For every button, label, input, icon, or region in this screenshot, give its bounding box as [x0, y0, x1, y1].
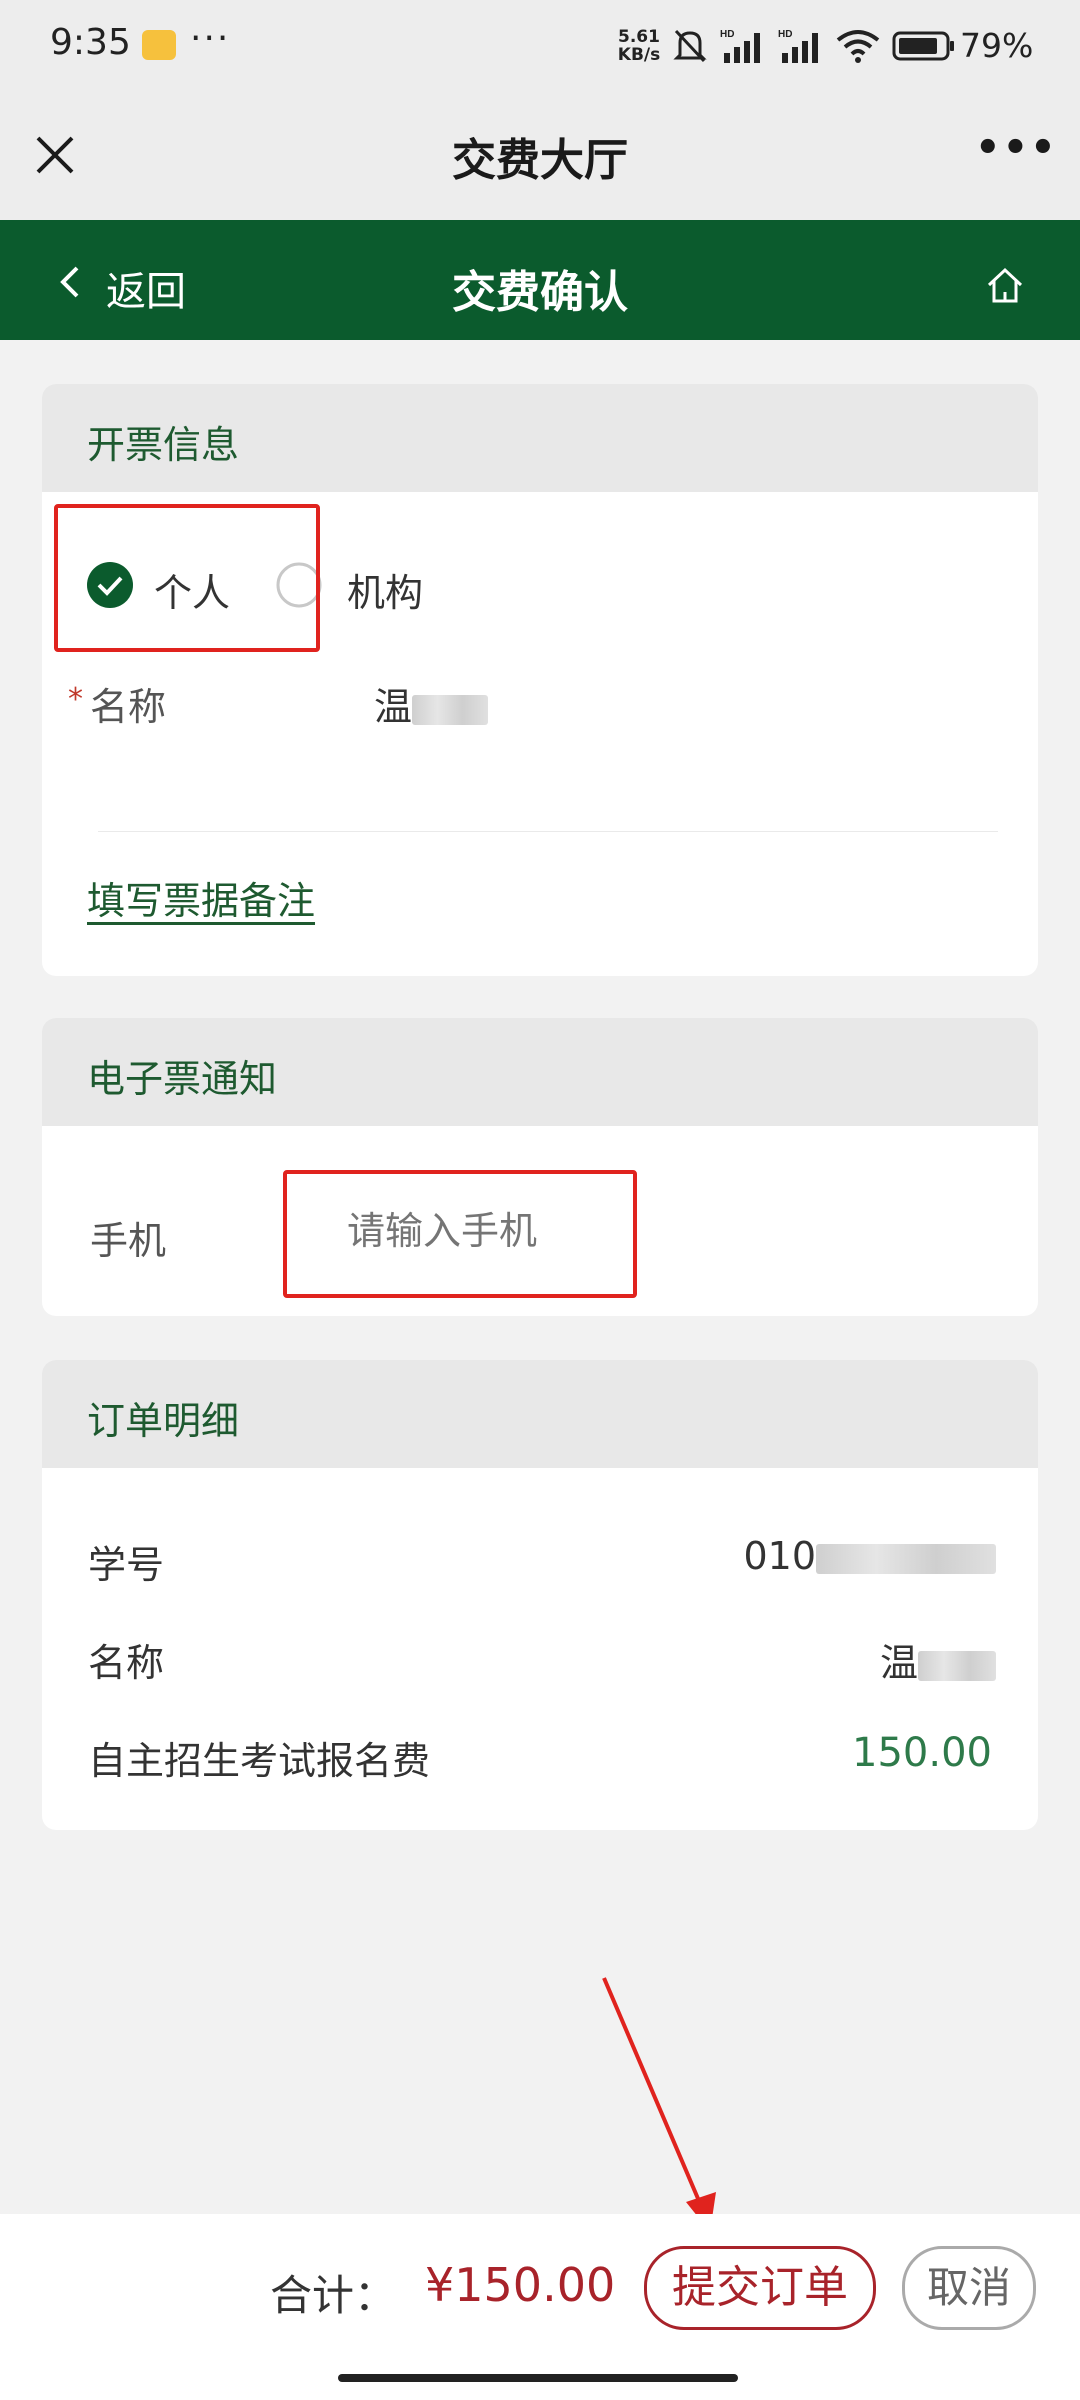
submit-order-button[interactable]: 提交订单 [644, 2246, 876, 2330]
wechat-page-title: 交费大厅 [452, 135, 628, 186]
invoice-info-card: 开票信息 个人 机构 * 名称 温 填写票据备注 [42, 384, 1038, 976]
page-title: 交费确认 [452, 267, 628, 318]
order-name-label: 名称 [88, 1641, 165, 1685]
e-ticket-notify-heading: 电子票通知 [87, 1057, 278, 1101]
order-detail-heading: 订单明细 [87, 1399, 240, 1443]
name-value: 温 [374, 676, 489, 731]
redacted-block [816, 1543, 996, 1574]
divider [98, 831, 998, 832]
option-org-label[interactable]: 机构 [347, 562, 423, 617]
network-speed-value: 5.61 [618, 27, 660, 47]
annotation-highlight-phone [283, 1170, 637, 1298]
mute-bell-icon [673, 29, 707, 63]
order-detail-header: 订单明细 [42, 1360, 1038, 1468]
order-name-value: 温 [880, 1632, 996, 1687]
annotation-highlight-personal [54, 504, 320, 652]
student-id-value: 010 [743, 1534, 996, 1578]
phone-label: 手机 [90, 1219, 167, 1263]
name-value-text: 温 [374, 685, 413, 729]
signal-hd-icon: HD [720, 29, 760, 63]
fee-item-amount: 150.00 [852, 1730, 992, 1776]
order-name-value-text: 温 [879, 1641, 918, 1685]
remark-link[interactable]: 填写票据备注 [87, 870, 315, 925]
battery-percent: 79% [960, 26, 1034, 65]
status-time: 9:35 [50, 22, 131, 63]
name-label: 名称 [90, 685, 167, 729]
student-id-label: 学号 [88, 1543, 165, 1587]
status-icons: HD HD [672, 24, 956, 68]
invoice-info-header: 开票信息 [42, 384, 1038, 492]
home-indicator[interactable] [338, 2374, 738, 2382]
redacted-block [918, 1650, 996, 1681]
total-label: 合计： [270, 2271, 397, 2320]
fee-item-label: 自主招生考试报名费 [88, 1739, 431, 1783]
cancel-button[interactable]: 取消 [902, 2246, 1036, 2330]
order-detail-card: 订单明细 学号 010 名称 温 自主招生考试报名费 150.00 [42, 1360, 1038, 1830]
invoice-info-heading: 开票信息 [87, 423, 240, 467]
battery-icon [892, 31, 954, 61]
notes-app-icon [142, 30, 176, 60]
status-more-icon: ··· [190, 18, 231, 59]
svg-text:HD: HD [778, 29, 792, 40]
home-icon[interactable] [985, 265, 1025, 305]
required-mark: * [68, 682, 83, 717]
redacted-block [412, 694, 489, 725]
svg-text:HD: HD [720, 29, 734, 40]
e-ticket-notify-header: 电子票通知 [42, 1018, 1038, 1126]
wifi-icon [836, 30, 880, 63]
more-menu-icon[interactable]: ••• [975, 125, 1058, 171]
annotation-arrow-icon [602, 1977, 716, 2232]
network-speed: 5.61 KB/s [612, 28, 666, 64]
network-speed-unit: KB/s [617, 45, 661, 65]
total-amount: ¥150.00 [425, 2258, 616, 2312]
student-id-value-text: 010 [743, 1534, 816, 1578]
signal-hd-icon-2: HD [778, 29, 818, 63]
